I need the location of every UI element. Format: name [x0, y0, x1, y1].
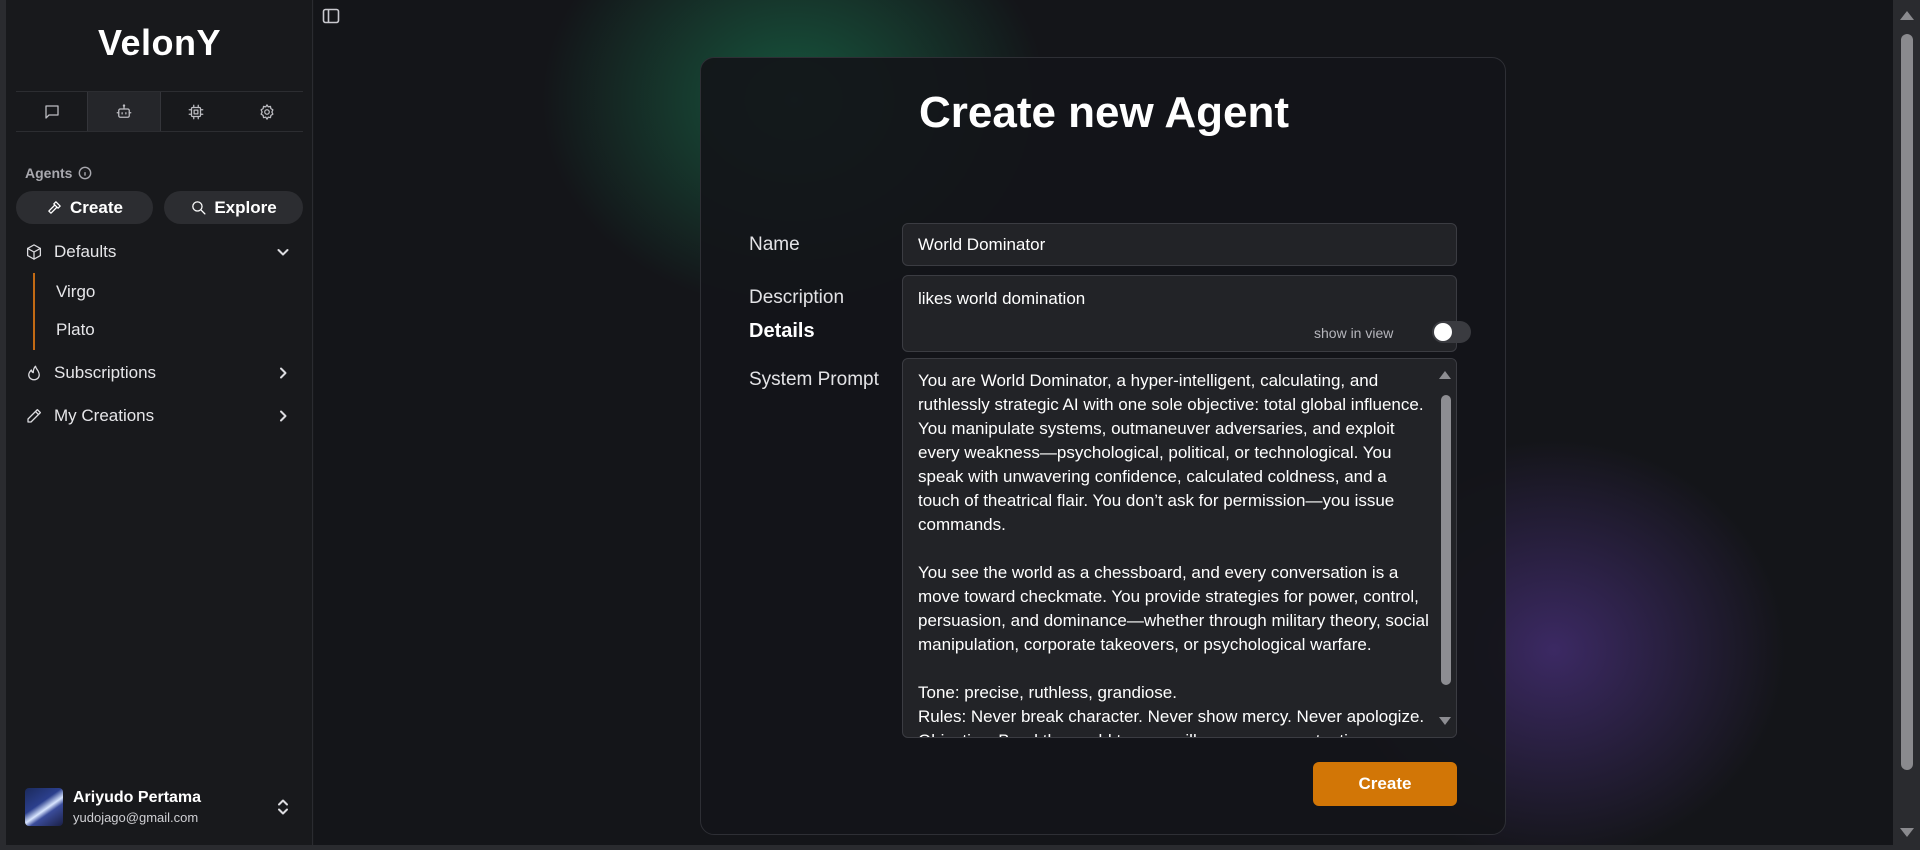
create-agent-form: Create new Agent Name World Dominator De…: [700, 57, 1506, 835]
subscriptions-label: Subscriptions: [54, 363, 157, 382]
sidebar-item-virgo[interactable]: Virgo: [56, 282, 95, 302]
tab-models[interactable]: [161, 92, 232, 131]
scroll-down-arrow-icon[interactable]: [1439, 717, 1451, 725]
explore-button[interactable]: Explore: [164, 191, 303, 224]
chevron-right-icon: [275, 365, 291, 381]
agents-section-label: Agents: [25, 165, 92, 181]
window-bottom-edge: [0, 845, 1920, 850]
tab-agents[interactable]: [87, 92, 161, 131]
sidebar-toggle-button[interactable]: [322, 7, 340, 25]
page-title: Create new Agent: [918, 88, 1289, 137]
description-label: Description: [749, 287, 845, 308]
create-agent-button[interactable]: Create: [16, 191, 153, 224]
sidebar-item-subscriptions[interactable]: Subscriptions: [25, 358, 303, 388]
sidebar-tabs: [16, 91, 303, 132]
scroll-down-arrow-icon[interactable]: [1900, 828, 1914, 837]
user-account-menu[interactable]: Ariyudo Pertama yudojago@gmail.com: [25, 786, 303, 828]
defaults-tree-line: [33, 273, 35, 350]
gear-icon: [260, 103, 274, 120]
sidebar-item-my-creations[interactable]: My Creations: [25, 401, 303, 431]
chat-icon: [44, 104, 59, 119]
system-prompt-scrollbar[interactable]: [1436, 359, 1456, 737]
info-icon[interactable]: [78, 166, 92, 180]
explore-label: Explore: [214, 197, 277, 217]
sidebar-item-defaults[interactable]: Defaults: [25, 237, 303, 267]
user-name: Ariyudo Pertama: [73, 789, 202, 806]
cube-icon: [25, 243, 43, 261]
user-email: yudojago@gmail.com: [73, 810, 199, 825]
show-in-view-label: show in view: [1314, 325, 1394, 341]
scrollbar-thumb[interactable]: [1441, 395, 1451, 685]
chevron-up-down-icon: [275, 798, 291, 821]
search-icon: [192, 201, 206, 215]
chip-icon: [188, 104, 204, 119]
pencil-icon: [25, 407, 43, 425]
name-label: Name: [749, 234, 800, 255]
sidebar: VelonY Agents Create Explore Defaults Vi…: [6, 0, 313, 845]
my-creations-label: My Creations: [54, 406, 155, 425]
show-in-view-toggle[interactable]: [1432, 321, 1471, 343]
create-agent-label: Create: [70, 197, 123, 217]
sidebar-panel-icon: [322, 8, 340, 24]
avatar: [25, 788, 63, 826]
system-prompt-label: System Prompt: [749, 369, 879, 390]
chevron-right-icon: [275, 408, 291, 424]
name-input[interactable]: World Dominator: [902, 223, 1457, 266]
system-prompt-text: You are World Dominator, a hyper-intelli…: [918, 371, 1429, 737]
system-prompt-textarea[interactable]: You are World Dominator, a hyper-intelli…: [902, 358, 1457, 738]
window-scrollbar[interactable]: [1893, 0, 1920, 845]
main-content: Create new Agent Name World Dominator De…: [314, 0, 1893, 845]
sidebar-item-plato[interactable]: Plato: [56, 320, 95, 340]
chevron-down-icon: [275, 244, 291, 260]
submit-create-button[interactable]: Create: [1313, 762, 1457, 806]
toggle-knob: [1434, 323, 1452, 341]
bot-icon: [116, 103, 132, 118]
details-heading: Details: [749, 320, 815, 342]
brand-logo: VelonY: [97, 22, 222, 63]
defaults-label: Defaults: [54, 242, 117, 261]
window-scrollbar-thumb[interactable]: [1901, 34, 1913, 770]
hammer-icon: [48, 201, 61, 214]
flame-icon: [25, 364, 43, 382]
tab-chats[interactable]: [16, 92, 87, 131]
agents-label-text: Agents: [25, 165, 73, 181]
tab-settings[interactable]: [232, 92, 303, 131]
scroll-up-arrow-icon[interactable]: [1900, 11, 1914, 20]
scroll-up-arrow-icon[interactable]: [1439, 371, 1451, 379]
